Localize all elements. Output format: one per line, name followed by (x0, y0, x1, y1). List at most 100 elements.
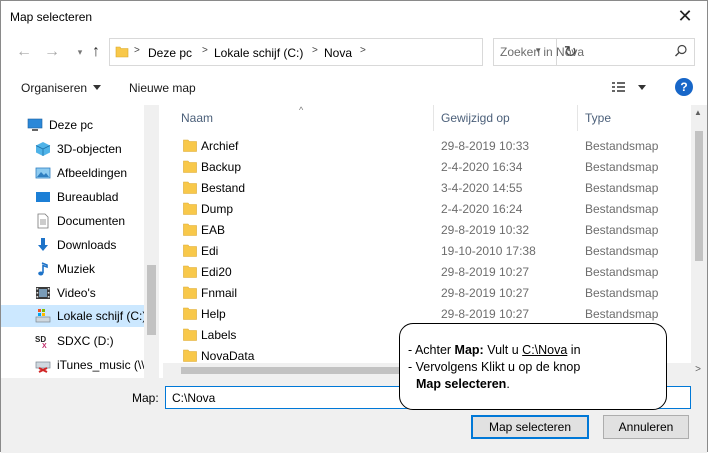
sidebar-item-documenten[interactable]: Documenten (1, 210, 144, 232)
folder-icon (183, 160, 197, 173)
breadcrumb-separator-icon: > (134, 45, 140, 56)
cancel-button[interactable]: Annuleren (603, 415, 689, 439)
sidebar-item-muziek[interactable]: Muziek (1, 258, 144, 280)
file-type: Bestandsmap (585, 244, 659, 258)
file-name: Help (201, 307, 226, 321)
scrollbar-thumb[interactable] (147, 265, 156, 335)
forward-arrow-icon[interactable]: → (41, 41, 63, 63)
back-arrow-icon[interactable]: ← (13, 41, 35, 63)
close-icon[interactable]: ✕ (663, 1, 707, 32)
file-type: Bestandsmap (585, 286, 659, 300)
file-modified-date: 29-8-2019 10:27 (441, 307, 530, 321)
file-row[interactable]: Bestand 3-4-2020 14:55 Bestandsmap (163, 177, 689, 198)
file-type: Bestandsmap (585, 160, 659, 174)
file-name: EAB (201, 223, 226, 237)
folder-icon (183, 181, 197, 194)
organize-button[interactable]: Organiseren (21, 81, 102, 95)
breadcrumb-deze-pc[interactable]: Deze pc (148, 46, 192, 60)
pc-icon (27, 118, 43, 131)
organize-label: Organiseren (21, 81, 88, 95)
select-folder-button[interactable]: Map selecteren (471, 415, 589, 439)
scrollbar-thumb[interactable] (181, 367, 431, 374)
search-box[interactable] (493, 38, 695, 66)
column-header-type[interactable]: Type (577, 105, 689, 131)
file-modified-date: 2-4-2020 16:34 (441, 160, 523, 174)
sidebar-item-bureaublad[interactable]: Bureaublad (1, 186, 144, 208)
breadcrumb-lokale-schijf[interactable]: Lokale schijf (C:) (214, 46, 303, 60)
file-name: Backup (201, 160, 242, 174)
instruction-callout: - Achter Map: Vult u C:\Nova in - Vervol… (399, 323, 667, 410)
svg-text:X: X (42, 343, 47, 349)
sidebar-item-sdxc[interactable]: SD X SDXC (D:) (1, 330, 144, 352)
folder-icon (183, 265, 197, 278)
folder-icon (183, 202, 197, 215)
folder-picker-dialog: Map selecteren ✕ ← → ▾ ↑ > Deze pc > Lok… (0, 0, 708, 453)
music-icon (38, 262, 48, 276)
sidebar-item-videos[interactable]: Video's (1, 282, 144, 304)
file-row[interactable]: Fnmail 29-8-2019 10:27 Bestandsmap (163, 282, 689, 303)
file-name: Edi (201, 244, 219, 258)
title-bar: Map selecteren ✕ (1, 1, 707, 32)
sidebar-item-lokale-schijf[interactable]: Lokale schijf (C:) (1, 305, 146, 327)
file-type: Bestandsmap (585, 307, 659, 321)
file-row[interactable]: Archief 29-8-2019 10:33 Bestandsmap (163, 135, 689, 156)
file-modified-date: 29-8-2019 10:33 (441, 139, 530, 153)
sidebar-item-label: Bureaublad (57, 190, 119, 204)
file-name: Bestand (201, 181, 246, 195)
help-icon[interactable]: ? (675, 78, 693, 96)
sidebar-vertical-scrollbar[interactable] (144, 105, 159, 378)
column-header-date[interactable]: Gewijzigd op (433, 105, 577, 131)
search-icon[interactable] (674, 44, 688, 58)
search-input[interactable] (500, 44, 670, 60)
folder-icon (183, 349, 197, 362)
sidebar-item-deze-pc[interactable]: Deze pc (1, 114, 144, 136)
scroll-right-icon[interactable]: > (695, 364, 701, 375)
sidebar-item-label: Documenten (57, 214, 126, 228)
sidebar-item-label: 3D-objecten (57, 142, 122, 156)
sidebar-item-label: Downloads (57, 238, 117, 252)
address-bar[interactable]: > Deze pc > Lokale schijf (C:) > Nova > … (109, 38, 577, 66)
view-options-icon[interactable] (611, 80, 647, 94)
file-row[interactable]: Backup 2-4-2020 16:34 Bestandsmap (163, 156, 689, 177)
file-type: Bestandsmap (585, 202, 659, 216)
up-arrow-icon[interactable]: ↑ (85, 41, 107, 63)
file-modified-date: 29-8-2019 10:27 (441, 265, 530, 279)
file-modified-date: 3-4-2020 14:55 (441, 181, 523, 195)
file-name: Fnmail (201, 286, 238, 300)
file-row[interactable]: Edi 19-10-2010 17:38 Bestandsmap (163, 240, 689, 261)
breadcrumb-nova[interactable]: Nova (324, 46, 352, 60)
folder-icon (183, 328, 197, 341)
file-type: Bestandsmap (585, 181, 659, 195)
folder-icon (183, 307, 197, 320)
file-row[interactable]: EAB 29-8-2019 10:32 Bestandsmap (163, 219, 689, 240)
scroll-up-icon[interactable]: ▲ (694, 108, 702, 117)
column-header-name[interactable]: Naam (173, 105, 431, 131)
sidebar-item-label: SDXC (D:) (57, 334, 114, 348)
sidebar-item-label: Muziek (57, 262, 96, 276)
new-folder-button[interactable]: Nieuwe map (129, 81, 196, 95)
chevron-down-icon (93, 85, 102, 90)
video-icon (36, 287, 50, 299)
folder-icon (183, 244, 197, 257)
sidebar-item-label: Deze pc (49, 118, 94, 132)
file-type: Bestandsmap (585, 265, 659, 279)
pictures-icon (35, 167, 51, 179)
file-name: NovaData (201, 349, 255, 363)
sidebar-item-3d-objecten[interactable]: 3D-objecten (1, 138, 144, 160)
file-name: Archief (201, 139, 239, 153)
file-list-vertical-scrollbar[interactable]: ▲ (691, 105, 707, 363)
file-row[interactable]: Edi20 29-8-2019 10:27 Bestandsmap (163, 261, 689, 282)
sidebar-item-downloads[interactable]: Downloads (1, 234, 144, 256)
file-row[interactable]: Help 29-8-2019 10:27 Bestandsmap (163, 303, 689, 324)
file-name: Edi20 (201, 265, 232, 279)
sidebar-item-afbeeldingen[interactable]: Afbeeldingen (1, 162, 144, 184)
download-icon (38, 238, 48, 251)
file-row[interactable]: Dump 2-4-2020 16:24 Bestandsmap (163, 198, 689, 219)
folder-icon (183, 223, 197, 236)
scrollbar-thumb[interactable] (695, 131, 703, 261)
breadcrumb-separator-icon: > (360, 45, 366, 56)
sidebar-item-label: Afbeeldingen (57, 166, 128, 180)
callout-line-3: Map selecteren. (416, 377, 510, 391)
sidebar-item-itunes-music[interactable]: iTunes_music (\\ (1, 354, 145, 376)
document-icon (37, 213, 49, 229)
